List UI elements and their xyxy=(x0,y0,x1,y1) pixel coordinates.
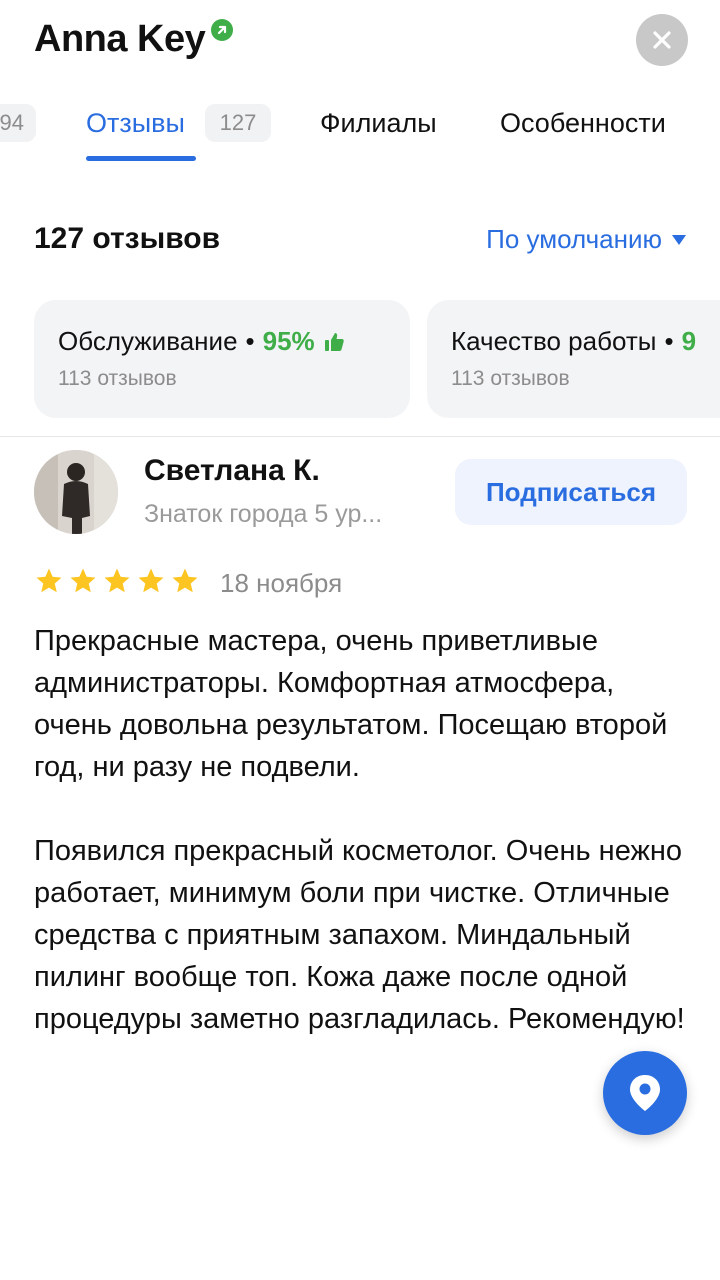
thumbs-up-icon xyxy=(323,331,345,353)
separator-dot: • xyxy=(664,326,674,356)
reviews-count-heading: 127 отзывов xyxy=(34,222,221,255)
star-icon xyxy=(36,568,62,593)
tab-features[interactable]: Особенности xyxy=(500,104,666,142)
author-level: Знаток города 5 ур... xyxy=(144,500,383,528)
star-icon xyxy=(172,568,198,593)
sort-dropdown[interactable]: По умолчанию xyxy=(486,224,686,255)
rating-stars xyxy=(34,566,200,596)
aspect-title: Обслуживание xyxy=(58,326,238,356)
tab-bar: 94 Отзывы 127 Филиалы Особенности xyxy=(0,96,720,166)
tab-photos-count[interactable]: 94 xyxy=(0,104,36,142)
star-icon xyxy=(70,568,96,593)
aspect-percent: 9 xyxy=(681,326,697,356)
review-text: Прекрасные мастера, очень приветливые ад… xyxy=(34,625,685,1035)
map-button[interactable] xyxy=(603,1051,687,1135)
tab-branches[interactable]: Филиалы xyxy=(320,104,437,142)
aspect-card-service[interactable]: Обслуживание • 95% 113 отзывов xyxy=(34,300,410,418)
separator-dot: • xyxy=(245,326,255,356)
author-name[interactable]: Светлана К. xyxy=(144,454,320,488)
review-date: 18 ноября xyxy=(220,568,343,598)
aspect-card-quality[interactable]: Качество работы • 9 113 отзывов xyxy=(427,300,720,418)
aspect-title: Качество работы xyxy=(451,326,657,356)
active-tab-indicator xyxy=(86,156,196,161)
aspect-count: 113 отзывов xyxy=(58,367,177,390)
sort-label: По умолчанию xyxy=(486,224,662,254)
chevron-down-icon xyxy=(672,234,686,245)
divider xyxy=(0,436,720,437)
tab-reviews[interactable]: Отзывы xyxy=(86,104,185,142)
title-row: Anna Key xyxy=(34,14,234,64)
page-title: Anna Key xyxy=(34,17,206,60)
aspect-count: 113 отзывов xyxy=(451,367,570,390)
tab-reviews-count: 127 xyxy=(205,104,271,142)
verified-badge-icon xyxy=(211,19,234,41)
star-icon xyxy=(138,568,164,593)
subscribe-button[interactable]: Подписаться xyxy=(455,459,687,525)
aspect-percent: 95% xyxy=(262,326,315,356)
close-icon xyxy=(653,31,671,49)
map-pin-icon xyxy=(630,1075,660,1111)
close-button[interactable] xyxy=(636,14,688,66)
star-icon xyxy=(104,568,130,593)
avatar[interactable] xyxy=(34,450,118,534)
